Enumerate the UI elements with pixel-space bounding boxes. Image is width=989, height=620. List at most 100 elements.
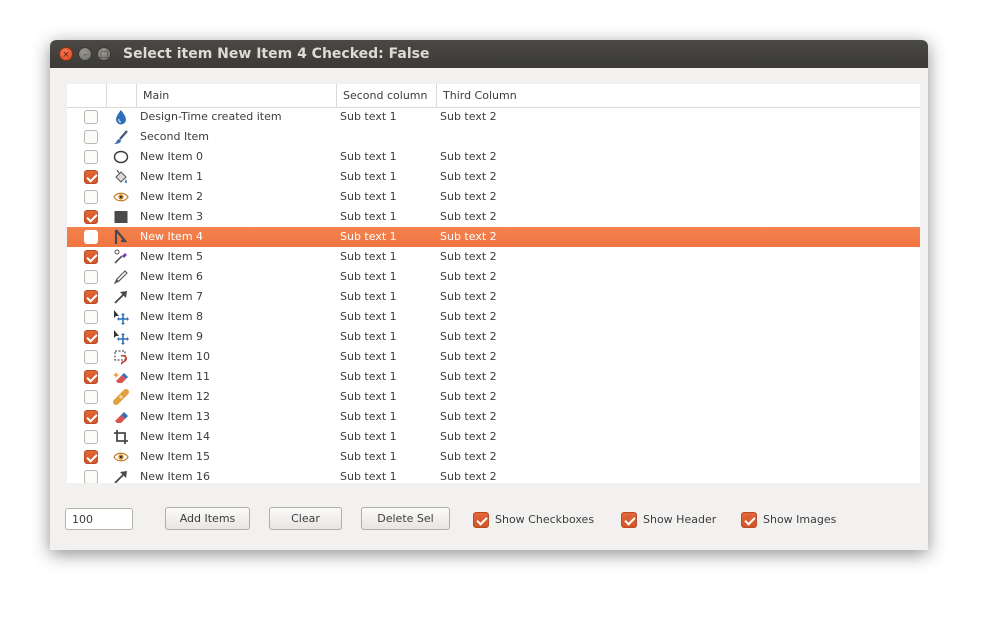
header-checkbox-column[interactable]	[67, 84, 107, 107]
row-second-text: Sub text 1	[340, 390, 397, 403]
row-checkbox[interactable]	[84, 470, 98, 483]
row-third-text: Sub text 2	[440, 110, 497, 123]
row-main-text: New Item 0	[140, 150, 204, 163]
row-checkbox[interactable]	[84, 130, 98, 144]
row-checkbox[interactable]	[84, 310, 98, 324]
row-third-text: Sub text 2	[440, 250, 497, 263]
row-checkbox[interactable]	[84, 410, 98, 424]
clear-button[interactable]: Clear	[269, 507, 342, 530]
row-checkbox[interactable]	[84, 190, 98, 204]
table-row[interactable]: New Item 14 Sub text 1 Sub text 2	[67, 427, 920, 447]
maximize-window-button[interactable]: □	[97, 47, 111, 61]
title-bar[interactable]: × – □ Select item New Item 4 Checked: Fa…	[50, 40, 928, 68]
move-icon	[113, 309, 129, 325]
table-row[interactable]: New Item 2 Sub text 1 Sub text 2	[67, 187, 920, 207]
show-images-toggle[interactable]: Show Images	[741, 512, 851, 528]
row-third-text: Sub text 2	[440, 450, 497, 463]
tree-rows: Design-Time created item Sub text 1 Sub te…	[67, 107, 920, 483]
control-bar: Add Items Clear Delete Sel Show Checkbox…	[50, 498, 928, 550]
row-checkbox[interactable]	[84, 430, 98, 444]
delete-selected-button[interactable]: Delete Sel	[361, 507, 450, 530]
row-third-text: Sub text 2	[440, 390, 497, 403]
show-images-checkbox[interactable]	[741, 512, 757, 528]
rectangle-icon	[113, 209, 129, 225]
row-checkbox[interactable]	[84, 230, 98, 244]
minimize-window-button[interactable]: –	[78, 47, 92, 61]
row-third-text: Sub text 2	[440, 410, 497, 423]
table-row[interactable]: New Item 4 Sub text 1 Sub text 2	[67, 227, 920, 247]
row-third-text: Sub text 2	[440, 470, 497, 483]
row-checkbox[interactable]	[84, 450, 98, 464]
row-checkbox[interactable]	[84, 170, 98, 184]
row-checkbox[interactable]	[84, 150, 98, 164]
tree-header: Main Second column Third Column	[67, 84, 920, 108]
row-main-text: New Item 12	[140, 390, 211, 403]
header-icon-column[interactable]	[107, 84, 137, 107]
show-checkboxes-toggle[interactable]: Show Checkboxes	[473, 512, 603, 528]
row-second-text: Sub text 1	[340, 230, 397, 243]
row-second-text: Sub text 1	[340, 110, 397, 123]
row-second-text: Sub text 1	[340, 350, 397, 363]
header-second-column[interactable]: Second column	[337, 84, 437, 107]
row-checkbox[interactable]	[84, 290, 98, 304]
move-icon	[113, 329, 129, 345]
row-second-text: Sub text 1	[340, 310, 397, 323]
crop-icon	[113, 429, 129, 445]
item-count-input[interactable]	[65, 508, 133, 530]
row-third-text: Sub text 2	[440, 170, 497, 183]
row-main-text: New Item 7	[140, 290, 204, 303]
row-third-text: Sub text 2	[440, 150, 497, 163]
header-main[interactable]: Main	[137, 84, 337, 107]
row-main-text: New Item 10	[140, 350, 211, 363]
row-second-text: Sub text 1	[340, 170, 397, 183]
row-second-text: Sub text 1	[340, 330, 397, 343]
arrow-icon	[113, 289, 129, 305]
row-checkbox[interactable]	[84, 390, 98, 404]
show-header-toggle[interactable]: Show Header	[621, 512, 731, 528]
row-third-text: Sub text 2	[440, 430, 497, 443]
row-checkbox[interactable]	[84, 330, 98, 344]
row-main-text: New Item 1	[140, 170, 204, 183]
table-row[interactable]: New Item 5 Sub text 1 Sub text 2	[67, 247, 920, 267]
table-row[interactable]: New Item 10 Sub text 1 Sub text 2	[67, 347, 920, 367]
show-checkboxes-checkbox[interactable]	[473, 512, 489, 528]
table-row[interactable]: New Item 11 Sub text 1 Sub text 2	[67, 367, 920, 387]
row-checkbox[interactable]	[84, 250, 98, 264]
window-title: Select item New Item 4 Checked: False	[123, 46, 430, 62]
row-main-text: New Item 9	[140, 330, 204, 343]
table-row[interactable]: New Item 13 Sub text 1 Sub text 2	[67, 407, 920, 427]
arrow-icon	[113, 469, 129, 483]
table-row[interactable]: Design-Time created item Sub text 1 Sub te…	[67, 107, 920, 127]
row-second-text: Sub text 1	[340, 150, 397, 163]
row-second-text: Sub text 1	[340, 250, 397, 263]
row-checkbox[interactable]	[84, 270, 98, 284]
row-third-text: Sub text 2	[440, 370, 497, 383]
table-row[interactable]: New Item 3 Sub text 1 Sub text 2	[67, 207, 920, 227]
table-row[interactable]: New Item 15 Sub text 1 Sub text 2	[67, 447, 920, 467]
fill-bucket-icon	[113, 169, 129, 185]
row-main-text: New Item 6	[140, 270, 204, 283]
row-checkbox[interactable]	[84, 350, 98, 364]
add-items-button[interactable]: Add Items	[165, 507, 250, 530]
row-checkbox[interactable]	[84, 370, 98, 384]
table-row[interactable]: New Item 16 Sub text 1 Sub text 2	[67, 467, 920, 483]
tree-view[interactable]: Main Second column Third Column Design-T…	[67, 84, 920, 483]
row-checkbox[interactable]	[84, 110, 98, 124]
table-row[interactable]: New Item 12 Sub text 1 Sub text 2	[67, 387, 920, 407]
eraser-icon	[113, 409, 129, 425]
table-row[interactable]: Second Item	[67, 127, 920, 147]
row-checkbox[interactable]	[84, 210, 98, 224]
table-row[interactable]: New Item 7 Sub text 1 Sub text 2	[67, 287, 920, 307]
header-third-column[interactable]: Third Column	[437, 84, 920, 107]
eye-icon	[113, 189, 129, 205]
table-row[interactable]: New Item 0 Sub text 1 Sub text 2	[67, 147, 920, 167]
row-second-text: Sub text 1	[340, 190, 397, 203]
table-row[interactable]: New Item 1 Sub text 1 Sub text 2	[67, 167, 920, 187]
row-second-text: Sub text 1	[340, 450, 397, 463]
table-row[interactable]: New Item 9 Sub text 1 Sub text 2	[67, 327, 920, 347]
close-window-button[interactable]: ×	[59, 47, 73, 61]
table-row[interactable]: New Item 8 Sub text 1 Sub text 2	[67, 307, 920, 327]
table-row[interactable]: New Item 6 Sub text 1 Sub text 2	[67, 267, 920, 287]
show-header-checkbox[interactable]	[621, 512, 637, 528]
show-checkboxes-label: Show Checkboxes	[495, 513, 595, 526]
